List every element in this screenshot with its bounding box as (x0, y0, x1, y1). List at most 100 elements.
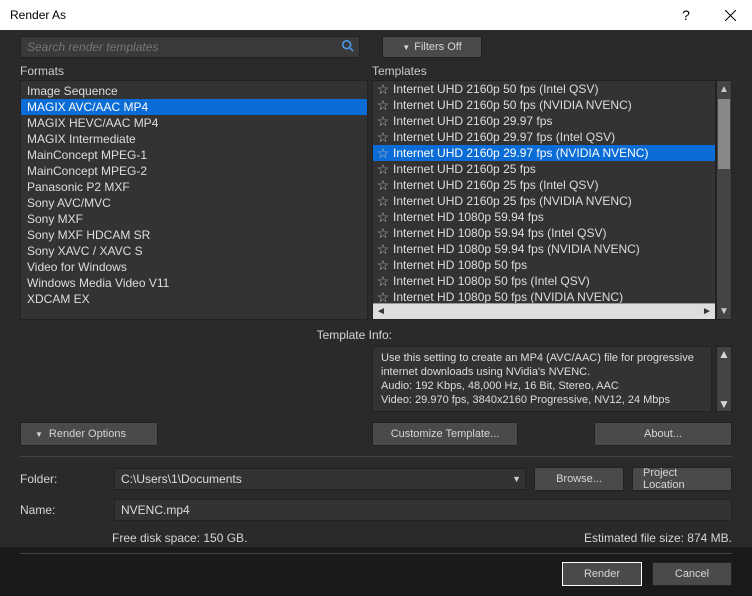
template-label: Internet UHD 2160p 25 fps (393, 162, 536, 176)
favorite-star-icon[interactable]: ☆ (373, 226, 393, 240)
format-item[interactable]: XDCAM EX (21, 291, 367, 307)
template-item[interactable]: ☆Internet UHD 2160p 50 fps (Intel QSV) (373, 81, 715, 97)
template-item[interactable]: ☆Internet UHD 2160p 29.97 fps (Intel QSV… (373, 129, 715, 145)
vertical-scrollbar[interactable]: ▲ ▼ (716, 80, 732, 320)
favorite-star-icon[interactable]: ☆ (373, 242, 393, 256)
template-label: Internet UHD 2160p 29.97 fps (393, 114, 552, 128)
main-lists: Image SequenceMAGIX AVC/AAC MP4MAGIX HEV… (0, 80, 752, 320)
favorite-star-icon[interactable]: ☆ (373, 114, 393, 128)
template-item[interactable]: ☆Internet UHD 2160p 29.97 fps (NVIDIA NV… (373, 145, 715, 161)
template-item[interactable]: ☆Internet UHD 2160p 25 fps (Intel QSV) (373, 177, 715, 193)
template-item[interactable]: ☆Internet HD 1080p 59.94 fps (Intel QSV) (373, 225, 715, 241)
favorite-star-icon[interactable]: ☆ (373, 82, 393, 96)
format-item[interactable]: MainConcept MPEG-1 (21, 147, 367, 163)
template-item[interactable]: ☆Internet UHD 2160p 25 fps (373, 161, 715, 177)
format-item[interactable]: Sony XAVC / XAVC S (21, 243, 367, 259)
templates-list[interactable]: ☆Internet UHD 2160p 50 fps (Intel QSV)☆I… (372, 80, 716, 320)
close-button[interactable] (708, 0, 752, 30)
scroll-up-icon[interactable]: ▲ (717, 81, 731, 97)
scroll-left-icon[interactable]: ◄ (373, 304, 389, 320)
format-item[interactable]: MainConcept MPEG-2 (21, 163, 367, 179)
search-box[interactable] (20, 36, 360, 58)
format-item[interactable]: Video for Windows (21, 259, 367, 275)
filters-label: Filters Off (414, 41, 461, 53)
favorite-star-icon[interactable]: ☆ (373, 258, 393, 272)
search-icon[interactable] (337, 39, 359, 56)
section-labels: Formats Templates (0, 58, 752, 80)
template-label: Internet HD 1080p 59.94 fps (NVIDIA NVEN… (393, 242, 640, 256)
help-button[interactable]: ? (664, 0, 708, 30)
chevron-down-icon[interactable]: ▼ (512, 474, 521, 484)
favorite-star-icon[interactable]: ☆ (373, 290, 393, 303)
favorite-star-icon[interactable]: ☆ (373, 98, 393, 112)
about-button[interactable]: About... (594, 422, 732, 446)
template-item[interactable]: ☆Internet UHD 2160p 25 fps (NVIDIA NVENC… (373, 193, 715, 209)
render-options-button[interactable]: ▼ Render Options (20, 422, 158, 446)
divider (20, 553, 732, 554)
template-item[interactable]: ☆Internet HD 1080p 59.94 fps (373, 209, 715, 225)
scroll-up-icon[interactable]: ▲ (718, 347, 730, 361)
favorite-star-icon[interactable]: ☆ (373, 194, 393, 208)
chevron-down-icon: ▼ (402, 43, 410, 52)
customize-template-button[interactable]: Customize Template... (372, 422, 518, 446)
format-item[interactable]: Panasonic P2 MXF (21, 179, 367, 195)
favorite-star-icon[interactable]: ☆ (373, 178, 393, 192)
template-item[interactable]: ☆Internet UHD 2160p 50 fps (NVIDIA NVENC… (373, 97, 715, 113)
format-item[interactable]: MAGIX Intermediate (21, 131, 367, 147)
info-line: Use this setting to create an MP4 (AVC/A… (381, 351, 703, 379)
favorite-star-icon[interactable]: ☆ (373, 210, 393, 224)
cancel-button[interactable]: Cancel (652, 562, 732, 586)
window-title: Render As (10, 8, 664, 22)
folder-input[interactable]: C:\Users\1\Documents ▼ (114, 468, 526, 490)
render-button[interactable]: Render (562, 562, 642, 586)
formats-list[interactable]: Image SequenceMAGIX AVC/AAC MP4MAGIX HEV… (20, 80, 368, 320)
scrollbar-thumb[interactable] (718, 99, 730, 169)
favorite-star-icon[interactable]: ☆ (373, 274, 393, 288)
favorite-star-icon[interactable]: ☆ (373, 162, 393, 176)
format-item[interactable]: Sony AVC/MVC (21, 195, 367, 211)
estimated-size-text: Estimated file size: 874 MB. (584, 531, 732, 545)
name-input[interactable]: NVENC.mp4 (114, 499, 732, 521)
scroll-down-icon[interactable]: ▼ (717, 303, 731, 319)
favorite-star-icon[interactable]: ☆ (373, 146, 393, 160)
title-bar: Render As ? (0, 0, 752, 30)
template-item[interactable]: ☆Internet HD 1080p 50 fps (373, 257, 715, 273)
template-info-label: Template Info: (0, 320, 752, 346)
template-item[interactable]: ☆Internet HD 1080p 50 fps (Intel QSV) (373, 273, 715, 289)
project-location-label: Project Location (643, 467, 721, 491)
template-label: Internet UHD 2160p 29.97 fps (Intel QSV) (393, 130, 615, 144)
format-item[interactable]: Windows Media Video V11 (21, 275, 367, 291)
scroll-down-icon[interactable]: ▼ (718, 397, 730, 411)
project-location-button[interactable]: Project Location (632, 467, 732, 491)
format-item[interactable]: Sony MXF HDCAM SR (21, 227, 367, 243)
search-input[interactable] (21, 40, 337, 54)
folder-value: C:\Users\1\Documents (121, 472, 242, 486)
browse-button[interactable]: Browse... (534, 467, 624, 491)
template-item[interactable]: ☆Internet HD 1080p 50 fps (NVIDIA NVENC) (373, 289, 715, 303)
options-row: ▼ Render Options Customize Template... A… (0, 412, 752, 446)
cancel-label: Cancel (675, 568, 709, 580)
template-label: Internet UHD 2160p 25 fps (Intel QSV) (393, 178, 598, 192)
info-scrollbar[interactable]: ▲ ▼ (716, 346, 732, 412)
format-item[interactable]: MAGIX AVC/AAC MP4 (21, 99, 367, 115)
template-label: Internet HD 1080p 50 fps (393, 258, 527, 272)
filters-button[interactable]: ▼ Filters Off (382, 36, 482, 58)
template-label: Internet HD 1080p 59.94 fps (393, 210, 544, 224)
name-label: Name: (20, 503, 106, 517)
favorite-star-icon[interactable]: ☆ (373, 130, 393, 144)
scroll-right-icon[interactable]: ► (699, 304, 715, 320)
format-item[interactable]: Sony MXF (21, 211, 367, 227)
template-item[interactable]: ☆Internet UHD 2160p 29.97 fps (373, 113, 715, 129)
name-value: NVENC.mp4 (121, 503, 190, 517)
free-space-text: Free disk space: 150 GB. (112, 531, 584, 545)
info-line: Video: 29.970 fps, 3840x2160 Progressive… (381, 393, 703, 407)
folder-label: Folder: (20, 472, 106, 486)
format-item[interactable]: MAGIX HEVC/AAC MP4 (21, 115, 367, 131)
disk-info-row: Free disk space: 150 GB. Estimated file … (0, 525, 752, 549)
horizontal-scrollbar[interactable]: ◄ ► (373, 303, 715, 319)
chevron-down-icon: ▼ (35, 430, 43, 439)
template-item[interactable]: ☆Internet HD 1080p 59.94 fps (NVIDIA NVE… (373, 241, 715, 257)
format-item[interactable]: Image Sequence (21, 83, 367, 99)
render-options-label: Render Options (49, 428, 126, 440)
customize-label: Customize Template... (391, 428, 500, 440)
